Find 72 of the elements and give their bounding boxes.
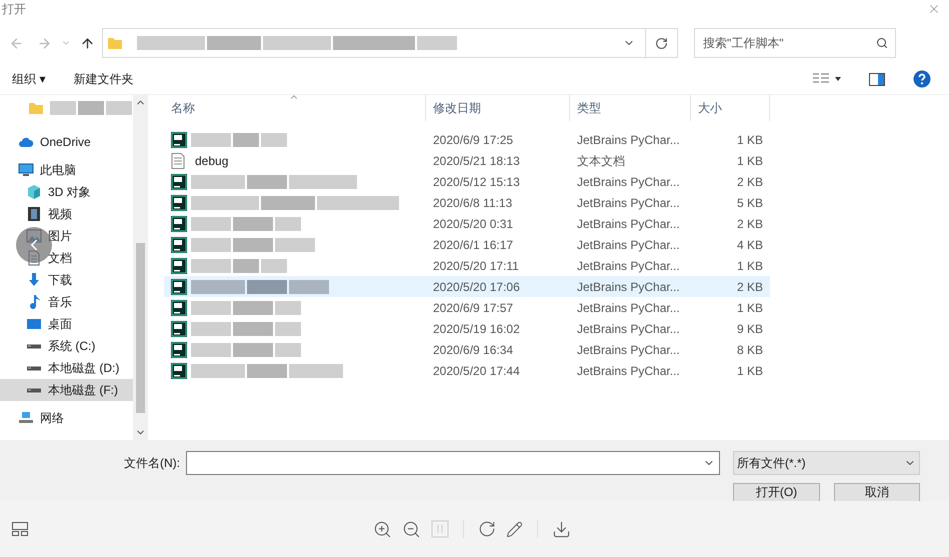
organize-menu[interactable]: 组织 ▾ — [12, 70, 46, 88]
sidebar-item[interactable]: OneDrive — [0, 131, 133, 153]
window-title: 打开 — [2, 1, 26, 18]
file-row[interactable]: 2020/6/9 17:57 JetBrains PyChar... 1 KB — [164, 297, 770, 318]
view-options-icon[interactable] — [813, 73, 841, 85]
sidebar-item[interactable]: 音乐 — [0, 291, 133, 313]
file-row[interactable]: 2020/6/8 11:13 JetBrains PyChar... 5 KB — [164, 192, 770, 213]
file-icon — [171, 236, 187, 252]
file-row[interactable]: 2020/5/20 17:44 JetBrains PyChar... 1 KB — [164, 360, 770, 381]
sidebar-item[interactable]: 视频 — [0, 203, 133, 225]
column-header[interactable]: 名称 — [164, 95, 426, 121]
thumbnail-icon[interactable] — [12, 522, 28, 536]
pencil-icon[interactable] — [506, 520, 523, 538]
download-icon — [26, 272, 42, 288]
cube-icon — [26, 184, 42, 200]
file-icon — [171, 342, 187, 358]
sidebar-item[interactable]: 本地磁盘 (F:) — [0, 379, 133, 401]
desktop-icon — [26, 316, 42, 332]
folder-icon — [28, 100, 44, 116]
file-icon — [171, 132, 187, 148]
preview-pane-icon[interactable] — [869, 72, 885, 86]
right-arrow-icon — [36, 36, 52, 50]
help-icon[interactable] — [913, 70, 931, 88]
network-icon — [18, 410, 34, 426]
file-icon — [171, 174, 187, 190]
file-icon — [171, 216, 187, 232]
file-row[interactable]: debug 2020/5/21 18:13 文本文档 1 KB — [164, 150, 770, 171]
file-row[interactable]: 2020/6/9 17:25 JetBrains PyChar... 1 KB — [164, 129, 770, 150]
sidebar-item[interactable]: 此电脑 — [0, 159, 133, 181]
file-icon — [171, 258, 187, 274]
refresh-icon — [655, 36, 668, 50]
drive-icon — [27, 366, 41, 370]
file-row[interactable]: 2020/6/1 16:17 JetBrains PyChar... 4 KB — [164, 234, 770, 255]
file-icon — [171, 362, 187, 378]
sidebar-item[interactable]: 网络 — [0, 407, 133, 429]
document-icon — [171, 152, 185, 168]
sidebar-item[interactable]: 桌面 — [0, 313, 133, 335]
column-header[interactable]: 大小 — [691, 95, 770, 121]
file-row[interactable]: 2020/5/19 16:02 JetBrains PyChar... 9 KB — [164, 318, 770, 339]
scrollbar[interactable] — [133, 95, 148, 440]
filename-label: 文件名(N): — [124, 455, 181, 472]
film-icon — [26, 206, 42, 222]
sidebar-item[interactable]: 系统 (C:) — [0, 335, 133, 357]
folder-icon — [107, 35, 123, 51]
file-type-dropdown[interactable]: 所有文件(*.*) — [733, 451, 920, 475]
file-icon — [171, 300, 187, 316]
new-folder-button[interactable]: 新建文件夹 — [73, 70, 134, 88]
file-icon — [171, 278, 187, 294]
download-icon[interactable] — [552, 520, 571, 538]
file-icon — [171, 320, 187, 336]
file-row[interactable]: 2020/5/20 17:06 JetBrains PyChar... 2 KB — [164, 276, 770, 297]
file-icon — [171, 194, 187, 210]
sidebar-item[interactable]: 下载 — [0, 269, 133, 291]
file-row[interactable]: 2020/5/20 17:11 JetBrains PyChar... 1 KB — [164, 255, 770, 276]
search-field[interactable]: 搜索"工作脚本" — [694, 28, 896, 58]
zoom-out-icon[interactable] — [402, 520, 421, 538]
drive-icon — [27, 344, 41, 348]
file-row[interactable]: 2020/5/20 0:31 JetBrains PyChar... 2 KB — [164, 213, 770, 234]
search-icon — [876, 37, 888, 49]
file-row[interactable]: 2020/6/9 16:34 JetBrains PyChar... 8 KB — [164, 339, 770, 360]
computer-icon — [18, 162, 34, 178]
filename-field[interactable] — [186, 451, 720, 475]
column-header[interactable]: 修改日期 — [426, 95, 570, 121]
cancel-button[interactable]: 取消 — [834, 483, 920, 501]
rotate-icon[interactable] — [478, 520, 496, 538]
zoom-in-icon[interactable] — [373, 520, 392, 538]
column-header[interactable]: 类型 — [570, 95, 691, 121]
drive-icon — [27, 388, 41, 392]
open-button[interactable]: 打开(O) — [733, 483, 820, 501]
sidebar-item[interactable]: 本地磁盘 (D:) — [0, 357, 133, 379]
file-row[interactable]: 2020/5/12 15:13 JetBrains PyChar... 2 KB — [164, 171, 770, 192]
sidebar-item[interactable]: 3D 对象 — [0, 181, 133, 203]
